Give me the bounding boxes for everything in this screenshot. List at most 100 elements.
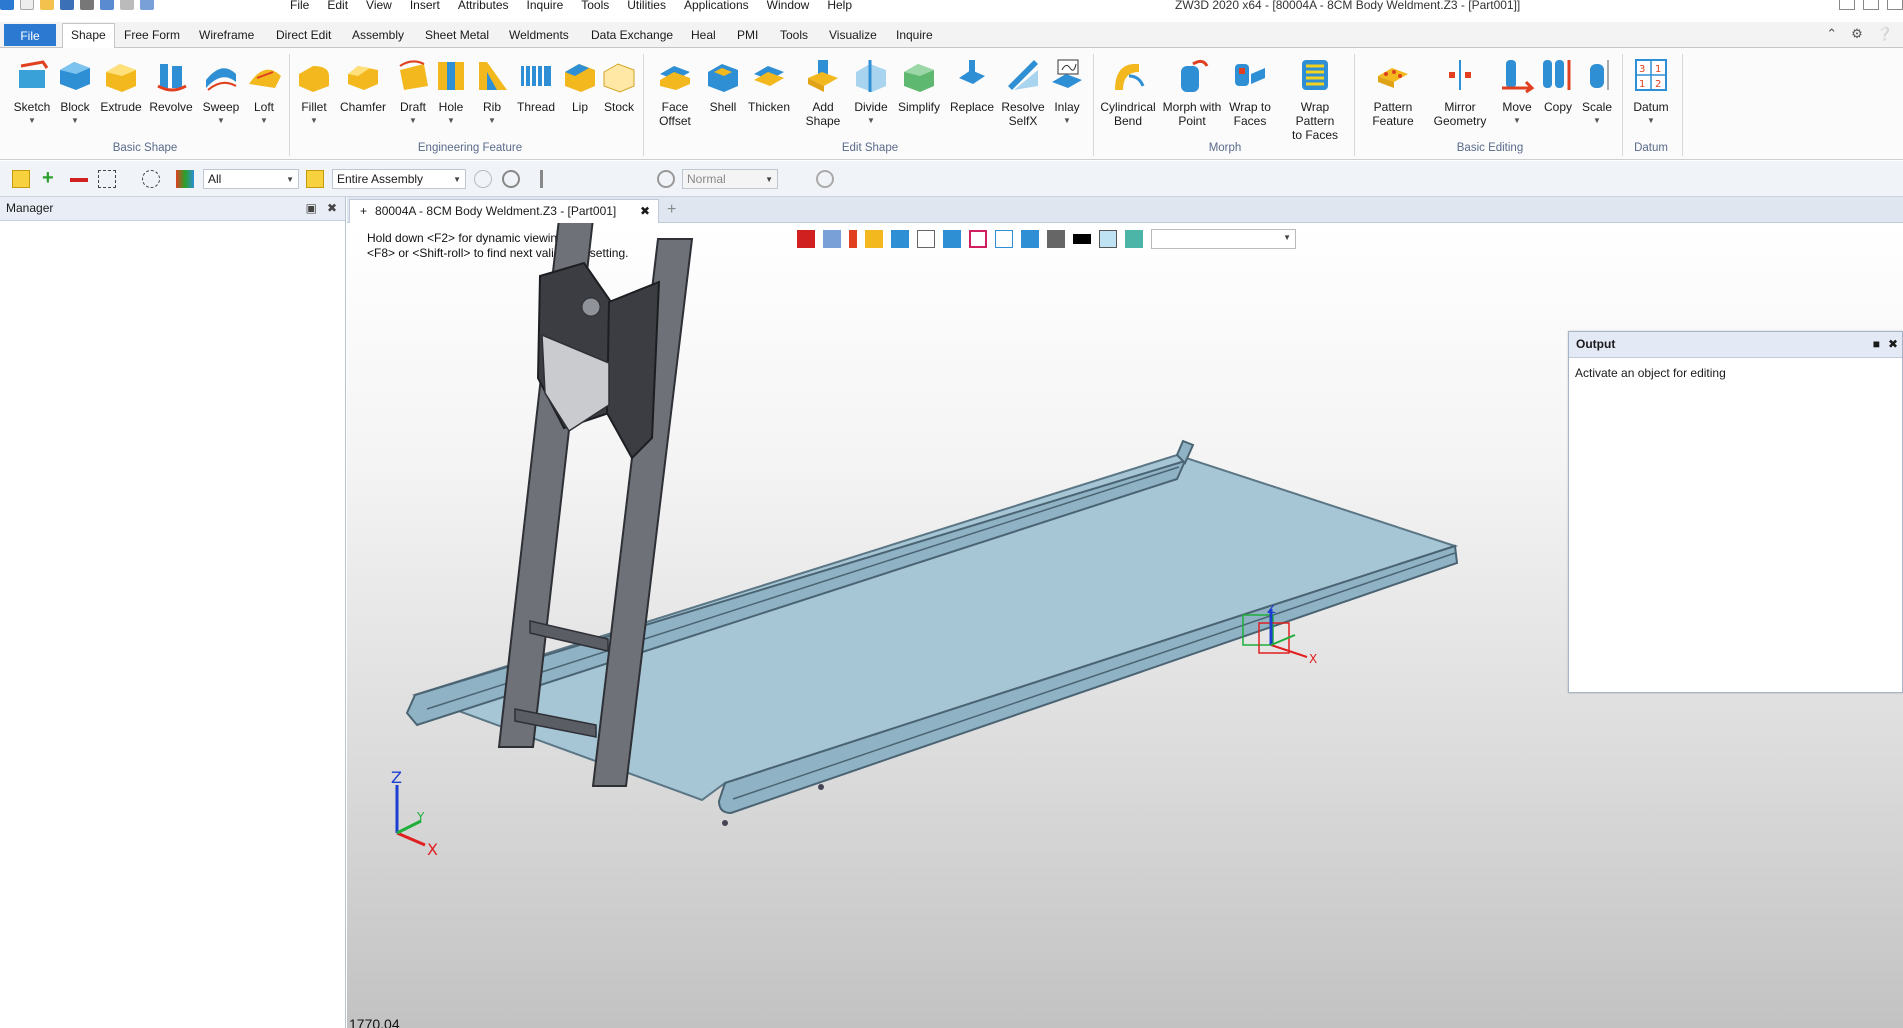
cylindrical-bend-button[interactable]: Cylindrical Bend [1097, 56, 1159, 128]
stock-button[interactable]: Stock [591, 56, 647, 114]
menu-utilities[interactable]: Utilities [627, 0, 666, 12]
remove-icon[interactable] [70, 178, 88, 182]
open-folder-icon[interactable] [40, 0, 54, 10]
selection-toolbar: + All ▼ Entire Assembly ▼ Normal ▼ [0, 161, 1903, 197]
tab-sheet-metal[interactable]: Sheet Metal [425, 26, 489, 44]
tab-weldments[interactable]: Weldments [509, 26, 569, 44]
close-tab-icon[interactable]: ✖ [640, 204, 650, 218]
regen-icon[interactable] [140, 0, 154, 10]
extrude-button[interactable]: Extrude [93, 56, 149, 114]
lasso-select-icon[interactable] [142, 170, 160, 188]
tab-direct-edit[interactable]: Direct Edit [276, 26, 331, 44]
print-icon[interactable] [80, 0, 94, 10]
thicken-button[interactable]: Thicken [741, 56, 797, 114]
minimize-icon[interactable] [1839, 0, 1855, 10]
app-logo-icon[interactable] [0, 0, 14, 10]
tab-heal[interactable]: Heal [691, 26, 716, 44]
loft-button[interactable]: Loft ▼ [236, 56, 292, 128]
pick-cursor-icon[interactable] [12, 170, 30, 188]
add-icon[interactable]: + [42, 168, 60, 188]
simplify-button[interactable]: Simplify [891, 56, 947, 114]
close-icon[interactable]: ✖ [1888, 337, 1898, 351]
cursor-icon[interactable] [570, 170, 588, 188]
menu-attributes[interactable]: Attributes [458, 0, 509, 12]
sweep-icon [206, 68, 237, 91]
mirror-geometry-button[interactable]: Mirror Geometry [1428, 56, 1492, 128]
menu-help[interactable]: Help [827, 0, 852, 12]
replace-button[interactable]: Replace [944, 56, 1000, 114]
menu-applications[interactable]: Applications [684, 0, 749, 12]
document-tabs: +80004A - 8CM Body Weldment.Z3 - [Part00… [347, 197, 1903, 223]
dock-icon[interactable]: ■ [1873, 337, 1880, 351]
list-filter-icon[interactable] [540, 170, 558, 188]
svg-text:3: 3 [1639, 64, 1645, 75]
inlay-button[interactable]: Inlay ▼ [1039, 56, 1095, 128]
tab-free-form[interactable]: Free Form [124, 26, 180, 44]
mode-select[interactable]: Normal ▼ [682, 169, 778, 189]
menu-window[interactable]: Window [767, 0, 810, 12]
close-icon[interactable] [1887, 0, 1903, 10]
tab-assembly[interactable]: Assembly [352, 26, 404, 44]
wrap-pattern-icon [1302, 60, 1328, 90]
add-shape-icon [808, 60, 838, 92]
pointer-icon[interactable] [788, 170, 806, 188]
inlay-icon [1052, 59, 1082, 88]
new-tab-icon[interactable]: + [667, 201, 676, 219]
undo-icon[interactable] [100, 0, 114, 10]
menu-file[interactable]: File [290, 0, 309, 12]
bolt-hole [818, 784, 824, 790]
svg-text:Z: Z [391, 771, 402, 787]
redo-icon[interactable] [120, 0, 134, 10]
menu-tools[interactable]: Tools [581, 0, 609, 12]
tab-shape[interactable]: Shape [62, 23, 115, 49]
wrap-pattern-to-faces-button[interactable]: Wrap Pattern to Faces [1280, 56, 1350, 142]
tab-pmi[interactable]: PMI [737, 26, 758, 44]
tab-visualize[interactable]: Visualize [829, 26, 877, 44]
filter-icon[interactable] [176, 170, 194, 188]
menu-edit[interactable]: Edit [327, 0, 348, 12]
wrap-to-faces-button[interactable]: Wrap to Faces [1222, 56, 1278, 128]
fillet-button[interactable]: Fillet ▼ [286, 56, 342, 128]
svg-text:1: 1 [1655, 64, 1661, 75]
close-icon[interactable]: ✖ [327, 201, 337, 215]
pattern-feature-button[interactable]: Pattern Feature [1364, 56, 1422, 128]
manager-title: Manager [6, 201, 54, 215]
group-separator [1354, 54, 1355, 156]
filter-select[interactable]: All ▼ [203, 169, 299, 189]
clock-icon[interactable] [657, 170, 675, 188]
save-icon[interactable] [60, 0, 74, 10]
dock-icon[interactable]: ▣ [306, 201, 317, 215]
gear-icon[interactable]: ⚙ [1851, 26, 1863, 42]
help-icon[interactable]: ❔ [1877, 26, 1893, 42]
assembly-scope-icon[interactable] [306, 170, 324, 188]
morph-with-point-button[interactable]: Morph with Point [1160, 56, 1224, 128]
group-label-morph: Morph [1208, 142, 1242, 154]
menu-view[interactable]: View [366, 0, 392, 12]
tab-file[interactable]: File [4, 24, 56, 46]
restore-icon[interactable] [1863, 0, 1879, 10]
settings-icon[interactable] [816, 170, 834, 188]
group-label-edit-shape: Edit Shape [841, 142, 899, 154]
menu-insert[interactable]: Insert [410, 0, 440, 12]
tab-inquire[interactable]: Inquire [896, 26, 933, 44]
tab-tools[interactable]: Tools [780, 26, 808, 44]
svg-text:1: 1 [1639, 79, 1645, 90]
datum-button[interactable]: 3112 Datum ▼ [1623, 56, 1679, 128]
collapse-ribbon-icon[interactable]: ⌃ [1826, 26, 1837, 42]
tab-data-exchange[interactable]: Data Exchange [591, 26, 673, 44]
scope-select[interactable]: Entire Assembly ▼ [332, 169, 466, 189]
box-select-icon[interactable] [98, 170, 116, 188]
pin-icon[interactable] [622, 170, 640, 188]
revolve-button[interactable]: Revolve [143, 56, 199, 114]
scale-button[interactable]: Scale ▼ [1569, 56, 1625, 128]
document-tab[interactable]: +80004A - 8CM Body Weldment.Z3 - [Part00… [349, 199, 659, 223]
chamfer-button[interactable]: Chamfer [335, 56, 391, 114]
new-file-icon[interactable] [20, 0, 34, 10]
menu-inquire[interactable]: Inquire [527, 0, 564, 12]
output-title: Output [1576, 337, 1616, 351]
history-icon[interactable] [474, 170, 492, 188]
tab-wireframe[interactable]: Wireframe [199, 26, 254, 44]
pin-tab-icon[interactable]: + [360, 204, 367, 218]
target-icon[interactable] [502, 170, 520, 188]
ribbon-tabs: File Shape Free Form Wireframe Direct Ed… [0, 22, 1903, 49]
